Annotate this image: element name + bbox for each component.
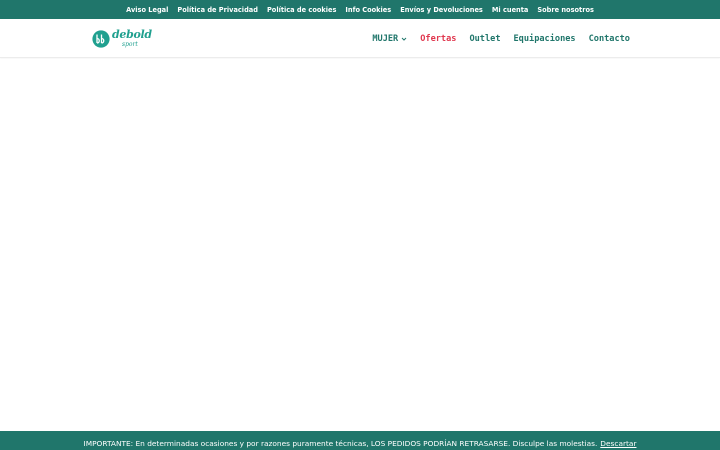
top-link-cookies[interactable]: Política de cookies (267, 6, 336, 14)
nav-outlet[interactable]: Outlet (469, 34, 500, 44)
store-notice: IMPORTANTE: En determinadas ocasiones y … (0, 431, 720, 450)
db-monogram-icon (92, 30, 110, 48)
top-link-privacidad[interactable]: Política de Privacidad (177, 6, 258, 14)
nav-mujer-label: MUJER (372, 33, 399, 44)
main-nav: MUJER Ofertas Outlet Equipaciones Contac… (372, 19, 630, 58)
site-header: debold sport MUJER Ofertas Outlet Equipa… (0, 19, 720, 58)
top-link-mi-cuenta[interactable]: Mi cuenta (492, 6, 529, 14)
logo-word: debold (112, 28, 152, 41)
nav-mujer[interactable]: MUJER (372, 34, 407, 44)
nav-equipaciones[interactable]: Equipaciones (514, 34, 576, 44)
notice-text: IMPORTANTE: En determinadas ocasiones y … (83, 439, 598, 448)
top-links: Aviso Legal Política de Privacidad Polít… (126, 6, 594, 14)
site-logo[interactable]: debold sport (92, 26, 152, 52)
top-link-aviso-legal[interactable]: Aviso Legal (126, 6, 168, 14)
top-link-envios[interactable]: Envíos y Devoluciones (400, 6, 483, 14)
chevron-down-icon (401, 37, 407, 41)
top-link-info-cookies[interactable]: Info Cookies (345, 6, 391, 14)
notice-dismiss-link[interactable]: Descartar (600, 439, 636, 448)
logo-text: debold sport (112, 27, 152, 51)
top-bar: Aviso Legal Política de Privacidad Polít… (0, 0, 720, 19)
nav-ofertas[interactable]: Ofertas (420, 34, 456, 44)
top-link-sobre-nosotros[interactable]: Sobre nosotros (537, 6, 594, 14)
main-content (0, 59, 720, 431)
nav-contacto[interactable]: Contacto (589, 34, 630, 44)
logo-sub: sport (122, 41, 138, 48)
